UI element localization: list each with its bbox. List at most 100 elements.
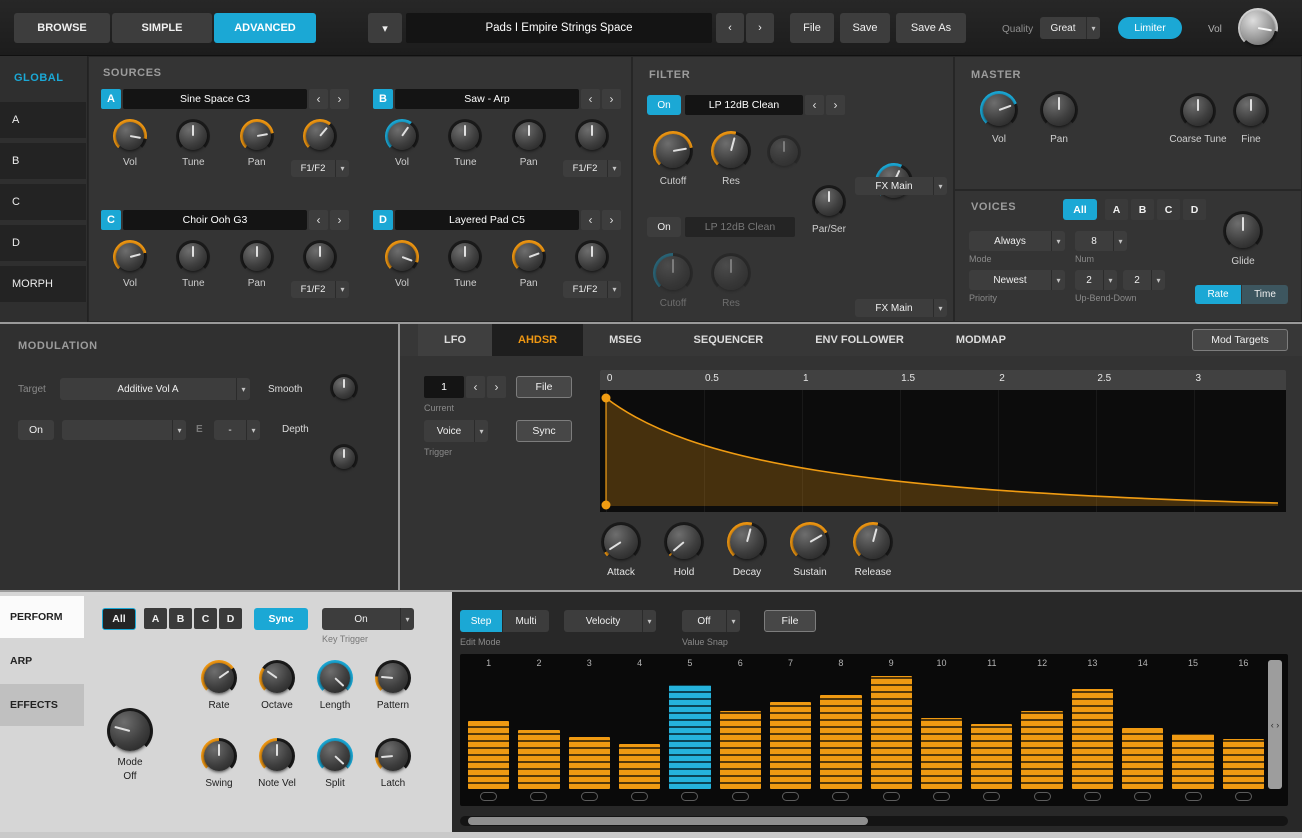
voices-c-button[interactable]: C <box>1157 199 1180 220</box>
route-select[interactable]: F1/F2▾ <box>563 281 621 298</box>
tie-loop-icon[interactable] <box>983 792 1000 801</box>
pan-knob[interactable] <box>1040 91 1078 129</box>
next-button[interactable]: › <box>330 89 349 109</box>
envelope-curve[interactable] <box>600 390 1286 512</box>
step-bar[interactable] <box>971 724 1012 789</box>
rate-knob[interactable] <box>201 660 237 696</box>
tune-knob[interactable] <box>448 119 482 153</box>
next-button[interactable]: › <box>602 89 621 109</box>
simple-button[interactable]: SIMPLE <box>112 13 212 43</box>
step-bar[interactable] <box>720 711 761 789</box>
step-bar-track[interactable] <box>1122 671 1163 789</box>
route-knob[interactable] <box>303 240 337 274</box>
arp-a-button[interactable]: A <box>144 608 167 629</box>
pattern-knob[interactable] <box>375 660 411 696</box>
prev-button[interactable]: ‹ <box>805 95 824 115</box>
tie-loop-icon[interactable] <box>530 792 547 801</box>
global-tab-morph[interactable]: MORPH <box>0 266 86 302</box>
save-button[interactable]: Save <box>840 13 890 43</box>
mod-source-select[interactable]: ▾ <box>62 420 186 440</box>
mod-on-button[interactable]: On <box>18 420 54 440</box>
step-bar-track[interactable] <box>468 671 509 789</box>
voices-a-button[interactable]: A <box>1105 199 1128 220</box>
tab-arp[interactable]: ARP <box>0 650 84 672</box>
tie-loop-icon[interactable] <box>631 792 648 801</box>
envelope-display[interactable] <box>600 390 1286 512</box>
next-button[interactable]: › <box>826 95 845 115</box>
route-knob[interactable] <box>303 119 337 153</box>
step-bar[interactable] <box>1122 728 1163 789</box>
seq-zoom-handle[interactable]: ‹ › <box>1268 660 1282 789</box>
prev-button[interactable]: ‹ <box>581 89 600 109</box>
step-bar[interactable] <box>921 718 962 789</box>
browse-button[interactable]: BROWSE <box>14 13 110 43</box>
vol-knob[interactable] <box>980 91 1018 129</box>
voices-mode-select[interactable]: Always ▾ <box>969 231 1065 251</box>
octave-knob[interactable] <box>259 660 295 696</box>
prev-button[interactable]: ‹ <box>309 89 328 109</box>
mod-curve-select[interactable]: - ▾ <box>214 420 260 440</box>
step-mode-button[interactable]: Step <box>460 610 502 632</box>
depth-knob[interactable] <box>330 444 358 472</box>
step-bar-track[interactable] <box>971 671 1012 789</box>
route-knob[interactable] <box>575 240 609 274</box>
tune-knob[interactable] <box>448 240 482 274</box>
smooth-knob[interactable] <box>330 374 358 402</box>
tab-sequencer[interactable]: SEQUENCER <box>668 324 790 356</box>
vol-knob[interactable] <box>113 119 147 153</box>
source-name-field[interactable]: Layered Pad C5 <box>395 210 579 230</box>
par-ser-knob[interactable] <box>812 185 846 219</box>
step-bar-track[interactable] <box>720 671 761 789</box>
step-bar-track[interactable] <box>569 671 610 789</box>
arp-d-button[interactable]: D <box>219 608 242 629</box>
global-tab-b[interactable]: B <box>0 143 86 179</box>
seq-param-select[interactable]: Velocity ▾ <box>564 610 656 632</box>
step-bar-track[interactable] <box>669 671 710 789</box>
arp-b-button[interactable]: B <box>169 608 192 629</box>
sustain-knob[interactable] <box>790 522 830 562</box>
pan-knob[interactable] <box>512 240 546 274</box>
envelope-handle-floor[interactable] <box>602 501 611 510</box>
envelope-time-ruler[interactable]: 00.511.522.53 <box>600 370 1286 390</box>
arp-mode-knob[interactable] <box>107 708 153 754</box>
time-toggle-button[interactable]: Time <box>1242 285 1288 304</box>
tune-knob[interactable] <box>176 240 210 274</box>
route-select[interactable]: F1/F2▾ <box>563 160 621 177</box>
step-bar-track[interactable] <box>1172 671 1213 789</box>
source-name-field[interactable]: Saw - Arp <box>395 89 579 109</box>
env-current-field[interactable]: 1 <box>424 376 464 398</box>
step-bar[interactable] <box>1172 734 1213 789</box>
quality-select[interactable]: Great ▾ <box>1040 17 1100 39</box>
hold-knob[interactable] <box>664 522 704 562</box>
cutoff-knob[interactable] <box>653 253 693 293</box>
tie-loop-icon[interactable] <box>832 792 849 801</box>
tab-perform[interactable]: PERFORM <box>0 596 84 638</box>
latch-knob[interactable] <box>375 738 411 774</box>
tie-loop-icon[interactable] <box>1235 792 1252 801</box>
step-bar[interactable] <box>820 695 861 789</box>
seq-scrollbar-thumb[interactable] <box>468 817 868 825</box>
coarse-tune-knob[interactable] <box>1180 93 1216 129</box>
global-tab-c[interactable]: C <box>0 184 86 220</box>
tab-ahdsr[interactable]: AHDSR <box>492 324 583 356</box>
filter1-type-field[interactable]: LP 12dB Clean <box>685 95 803 115</box>
tab-mseg[interactable]: MSEG <box>583 324 667 356</box>
step-bar[interactable] <box>468 721 509 789</box>
voices-all-button[interactable]: All <box>1063 199 1097 220</box>
tune-knob[interactable] <box>176 119 210 153</box>
step-bar-track[interactable] <box>1021 671 1062 789</box>
key-trigger-select[interactable]: On ▾ <box>322 608 414 630</box>
voices-d-button[interactable]: D <box>1183 199 1206 220</box>
advanced-button[interactable]: ADVANCED <box>214 13 316 43</box>
save-as-button[interactable]: Save As <box>896 13 966 43</box>
step-bar[interactable] <box>871 676 912 789</box>
multi-mode-button[interactable]: Multi <box>503 610 549 632</box>
tie-loop-icon[interactable] <box>782 792 799 801</box>
tie-loop-icon[interactable] <box>1185 792 1202 801</box>
tie-loop-icon[interactable] <box>883 792 900 801</box>
res-knob[interactable] <box>711 131 751 171</box>
global-tab-a[interactable]: A <box>0 102 86 138</box>
step-bar-track[interactable] <box>820 671 861 789</box>
seq-scrollbar-track[interactable] <box>460 816 1288 826</box>
length-knob[interactable] <box>317 660 353 696</box>
